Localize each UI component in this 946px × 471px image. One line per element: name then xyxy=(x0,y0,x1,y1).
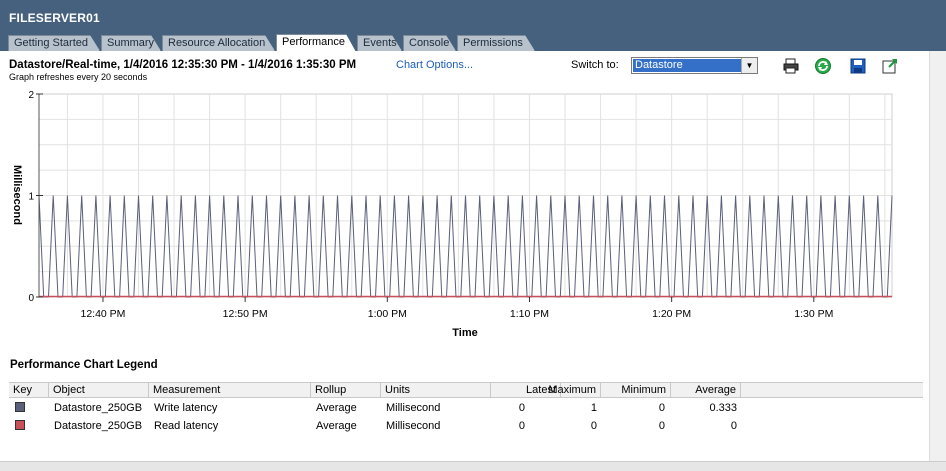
print-icon[interactable] xyxy=(782,57,800,75)
legend-col-maximum[interactable]: Maximum xyxy=(531,383,601,398)
legend-col-rollup[interactable]: Rollup xyxy=(311,383,381,398)
legend-units: Millisecond xyxy=(386,402,441,414)
tab-resource-allocation[interactable]: Resource Allocation xyxy=(162,35,275,51)
tab-events[interactable]: Events xyxy=(357,35,402,51)
performance-chart: 2 1 0 12:40 PM 12:50 PM 1:00 PM 1:10 PM 1:20 PM… xyxy=(11,90,893,339)
x-tick-label: 12:50 PM xyxy=(223,308,268,320)
switch-to-select[interactable]: Datastore ▼ xyxy=(631,57,758,74)
chevron-down-icon[interactable]: ▼ xyxy=(741,58,757,73)
legend-object: Datastore_250GB xyxy=(54,420,143,432)
vertical-scrollbar[interactable] xyxy=(929,51,946,461)
performance-panel: Datastore/Real-time, 1/4/2016 12:35:30 P… xyxy=(0,51,929,461)
legend-average: 0.333 xyxy=(709,402,737,414)
x-tick-label: 1:00 PM xyxy=(368,308,407,320)
tab-permissions[interactable]: Permissions xyxy=(457,35,535,51)
chart-options-link[interactable]: Chart Options... xyxy=(396,59,473,71)
y-axis-label: Millisecond xyxy=(11,165,23,225)
tab-bar: Getting Started Summary Resource Allocat… xyxy=(0,34,946,51)
legend-minimum: 0 xyxy=(658,402,665,414)
legend-col-average[interactable]: Average xyxy=(671,383,741,398)
chart-title: Datastore/Real-time, 1/4/2016 12:35:30 P… xyxy=(9,59,357,71)
y-tick-label: 2 xyxy=(28,90,34,101)
tab-getting-started[interactable]: Getting Started xyxy=(8,35,100,51)
legend-col-measurement[interactable]: Measurement xyxy=(149,383,311,398)
refresh-note: Graph refreshes every 20 seconds xyxy=(9,72,148,82)
legend-latest: 0 xyxy=(518,402,525,414)
legend-title: Performance Chart Legend xyxy=(10,359,158,371)
y-tick-label: 1 xyxy=(28,192,34,203)
legend-key-swatch xyxy=(15,420,25,430)
switch-to-value: Datastore xyxy=(633,59,741,72)
legend-minimum: 0 xyxy=(658,420,665,432)
popout-icon[interactable] xyxy=(881,57,899,75)
legend-object: Datastore_250GB xyxy=(54,402,143,414)
x-tick-label: 1:30 PM xyxy=(794,308,833,320)
legend-col-key[interactable]: Key xyxy=(9,383,49,398)
legend-row-read-latency[interactable]: Datastore_250GB Read latency Average Mil… xyxy=(9,417,923,435)
x-tick-label: 1:20 PM xyxy=(652,308,691,320)
legend-header: Key Object Measurement Rollup Units Late… xyxy=(9,382,923,398)
legend-row-write-latency[interactable]: Datastore_250GB Write latency Average Mi… xyxy=(9,399,923,417)
legend-col-units[interactable]: Units xyxy=(381,383,491,398)
legend-col-object[interactable]: Object xyxy=(49,383,149,398)
legend-latest: 0 xyxy=(518,420,525,432)
legend-units: Millisecond xyxy=(386,420,441,432)
legend-measurement: Write latency xyxy=(154,402,218,414)
tab-performance[interactable]: Performance xyxy=(276,34,356,52)
window-title: FILESERVER01 xyxy=(9,11,100,25)
legend-key-swatch xyxy=(15,402,25,412)
status-bar xyxy=(0,461,946,471)
x-tick-label: 1:10 PM xyxy=(510,308,549,320)
legend-maximum: 0 xyxy=(590,420,597,432)
legend-maximum: 1 xyxy=(590,402,597,414)
tab-console[interactable]: Console xyxy=(403,35,456,51)
window-titlebar: FILESERVER01 xyxy=(0,0,946,34)
x-tick-label: 12:40 PM xyxy=(80,308,125,320)
switch-to-label: Switch to: xyxy=(571,59,619,71)
legend-rollup: Average xyxy=(316,402,357,414)
legend-col-minimum[interactable]: Minimum xyxy=(601,383,671,398)
save-icon[interactable] xyxy=(849,57,867,75)
x-axis-label: Time xyxy=(452,327,477,339)
refresh-icon[interactable] xyxy=(814,57,832,75)
legend-rollup: Average xyxy=(316,420,357,432)
y-tick-label: 0 xyxy=(28,293,34,304)
legend-average: 0 xyxy=(730,420,737,432)
legend-measurement: Read latency xyxy=(154,420,219,432)
tab-summary[interactable]: Summary xyxy=(101,35,161,51)
